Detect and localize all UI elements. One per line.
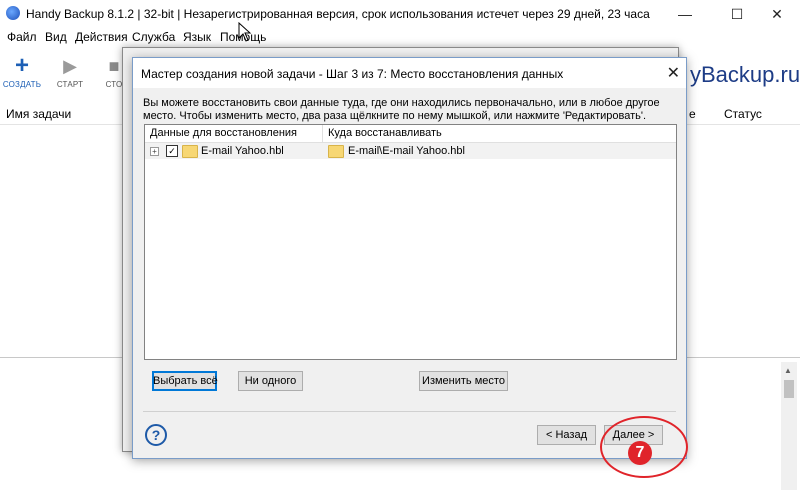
menu-bar: Файл Вид Действия Служба Язык Помощь [0, 28, 800, 46]
scroll-thumb[interactable] [784, 380, 794, 398]
window-title: Handy Backup 8.1.2 | 32-bit | Незарегист… [26, 7, 650, 21]
dialog-description: Вы можете восстановить свои данные туда,… [143, 97, 660, 122]
row-target[interactable]: E-mail\E-mail Yahoo.hbl [348, 145, 465, 157]
menu-actions[interactable]: Действия [75, 30, 128, 44]
dialog-titlebar: Мастер создания новой задачи - Шаг 3 из … [133, 58, 686, 88]
tree-header: Данные для восстановления Куда восстанав… [145, 125, 676, 143]
create-button[interactable]: + СОЗДАТЬ [2, 52, 42, 89]
row-source: E-mail Yahoo.hbl [201, 145, 284, 157]
create-label: СОЗДАТЬ [2, 80, 42, 89]
dialog-separator [143, 411, 676, 412]
col-status[interactable]: Статус [724, 107, 762, 121]
step-badge: 7 [628, 441, 652, 465]
select-none-button[interactable]: Ни одного [238, 371, 303, 391]
scroll-up-icon[interactable]: ▲ [784, 366, 792, 375]
expand-icon[interactable]: + [150, 147, 159, 156]
start-button[interactable]: ▶ СТАРТ [50, 52, 90, 89]
menu-view[interactable]: Вид [45, 30, 67, 44]
start-label: СТАРТ [56, 80, 84, 89]
col-task-name[interactable]: Имя задачи [6, 107, 71, 121]
play-icon: ▶ [63, 56, 77, 76]
folder-icon [328, 145, 344, 158]
plus-icon: + [14, 52, 29, 79]
col-restore-data[interactable]: Данные для восстановления [150, 127, 297, 139]
dialog-title: Мастер создания новой задачи - Шаг 3 из … [141, 67, 564, 81]
help-icon[interactable]: ? [145, 424, 167, 446]
menu-service[interactable]: Служба [132, 30, 175, 44]
change-location-button[interactable]: Изменить место [419, 371, 508, 391]
dialog-close-icon[interactable]: ✕ [667, 63, 680, 83]
back-button[interactable]: < Назад [537, 425, 596, 445]
log-scrollbar[interactable]: ▲ [781, 362, 797, 490]
folder-icon [182, 145, 198, 158]
row-checkbox[interactable]: ✓ [166, 145, 178, 157]
tree-row[interactable]: + ✓ E-mail Yahoo.hbl E-mail\E-mail Yahoo… [145, 143, 676, 159]
brand-logo: yBackup.ru [690, 62, 800, 87]
close-window-button[interactable]: ✕ [754, 0, 800, 28]
minimize-button[interactable]: — [662, 0, 708, 28]
app-logo-icon [6, 6, 20, 20]
header-separator [322, 125, 323, 142]
menu-language[interactable]: Язык [183, 30, 211, 44]
col-restore-target[interactable]: Куда восстанавливать [328, 127, 442, 139]
menu-file[interactable]: Файл [7, 30, 37, 44]
window-titlebar: Handy Backup 8.1.2 | 32-bit | Незарегист… [0, 0, 800, 28]
select-all-button[interactable]: Выбрать всё [152, 371, 218, 391]
wizard-dialog: Мастер создания новой задачи - Шаг 3 из … [132, 57, 687, 459]
col-partial[interactable]: е [689, 107, 696, 121]
mouse-cursor-icon [238, 22, 252, 42]
restore-tree[interactable]: Данные для восстановления Куда восстанав… [144, 124, 677, 360]
